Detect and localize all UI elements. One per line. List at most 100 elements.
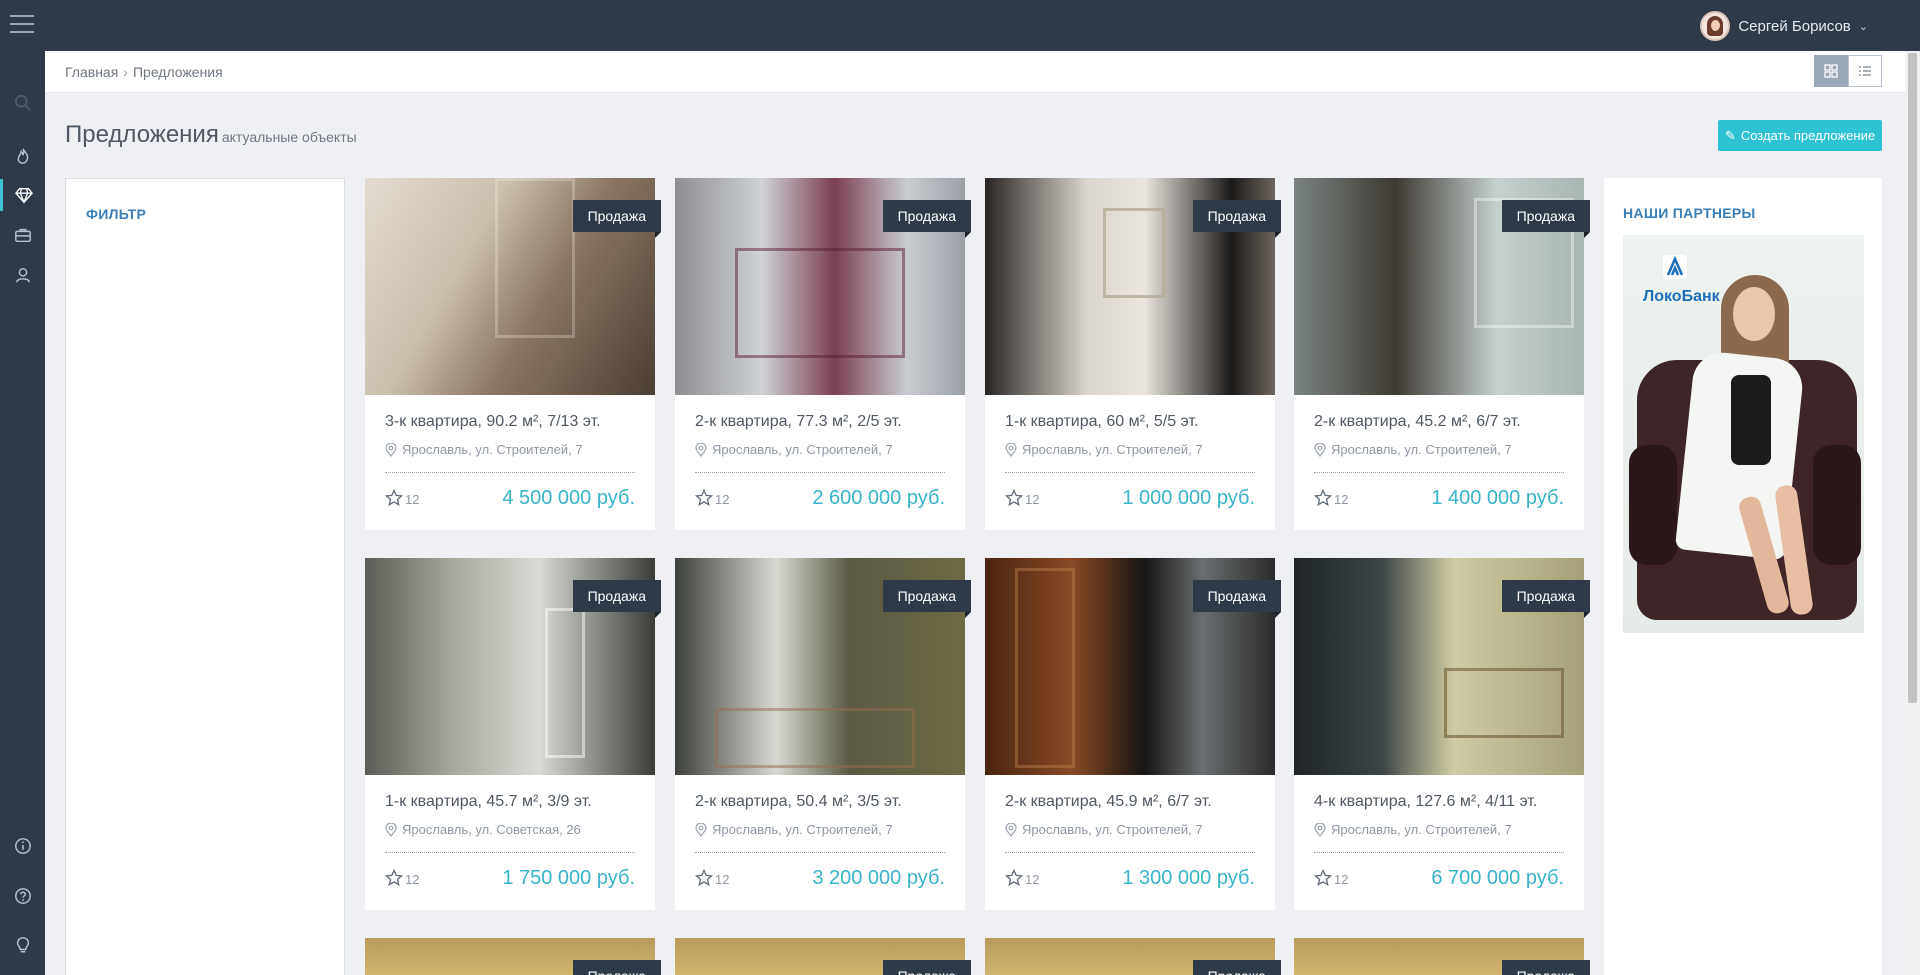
star-icon xyxy=(385,869,403,887)
favorite-count: 12 xyxy=(715,872,730,887)
listing-address: Ярославль, ул. Строителей, 7 xyxy=(1005,822,1203,837)
sale-badge: Продажа xyxy=(882,200,972,238)
favorite-count: 12 xyxy=(715,492,730,507)
banner-figure xyxy=(1733,287,1775,341)
listing-card[interactable]: Продажа 2-к квартира, 77.3 м², 2/5 эт. Я… xyxy=(675,178,972,530)
listing-address-text: Ярославль, ул. Строителей, 7 xyxy=(1331,822,1512,837)
photo-sofa xyxy=(1444,668,1564,738)
scrollbar[interactable] xyxy=(1905,51,1920,975)
breadcrumb-home[interactable]: Главная xyxy=(65,64,118,80)
listing-card[interactable]: Продажа 4-к квартира, 127.6 м², 4/11 эт.… xyxy=(1294,558,1591,910)
bank-name: ЛокоБанк xyxy=(1643,288,1720,305)
photo-window xyxy=(495,178,575,338)
partner-banner[interactable]: ЛокоБанк xyxy=(1623,235,1864,633)
listing-address-text: Ярославль, ул. Строителей, 7 xyxy=(712,822,893,837)
favorite-button[interactable]: 12 xyxy=(1005,869,1039,887)
listing-card[interactable]: Продажа 2-к квартира, 45.2 м², 6/7 эт. Я… xyxy=(1294,178,1591,530)
lightbulb-icon[interactable] xyxy=(0,929,45,961)
diamond-icon[interactable] xyxy=(0,179,54,211)
favorite-button[interactable]: 12 xyxy=(695,869,729,887)
user-menu[interactable]: Сергей Борисов ⌄ xyxy=(1700,11,1868,41)
favorite-button[interactable]: 12 xyxy=(385,869,419,887)
listing-title[interactable]: 1-к квартира, 45.7 м², 3/9 эт. xyxy=(385,793,592,811)
sidebar xyxy=(0,51,54,975)
listing-card[interactable]: Продажа 3-к квартира, 90.2 м², 7/13 эт. … xyxy=(365,178,662,530)
location-icon xyxy=(385,442,397,457)
listing-card[interactable]: Продажа 2-к квартира, 45.9 м², 6/7 эт. Я… xyxy=(985,558,1282,910)
sale-badge: Продажа xyxy=(572,960,661,975)
page-title-text: Предложения xyxy=(65,121,219,148)
listing-price: 1 000 000 руб. xyxy=(1122,487,1255,509)
favorite-button[interactable]: 12 xyxy=(1314,869,1348,887)
photo-mirror xyxy=(1103,208,1165,298)
page-title: Предложения актуальные объекты xyxy=(65,121,357,149)
grid-view-button[interactable] xyxy=(1814,55,1848,87)
location-icon xyxy=(385,822,397,837)
help-icon[interactable] xyxy=(0,880,45,912)
top-bar: Сергей Борисов ⌄ xyxy=(0,0,1920,51)
favorite-button[interactable]: 12 xyxy=(695,489,729,507)
listing-address-text: Ярославль, ул. Строителей, 7 xyxy=(712,442,893,457)
listing-address: Ярославль, ул. Строителей, 7 xyxy=(1005,442,1203,457)
location-icon xyxy=(1005,822,1017,837)
listing-title[interactable]: 2-к квартира, 77.3 м², 2/5 эт. xyxy=(695,413,902,431)
breadcrumb-separator: › xyxy=(123,64,128,80)
sale-badge: Продажа xyxy=(572,580,662,618)
user-name: Сергей Борисов xyxy=(1738,17,1851,35)
listing-card[interactable]: Продажа 1-к квартира, 45.7 м², 3/9 эт. Я… xyxy=(365,558,662,910)
listing-price: 6 700 000 руб. xyxy=(1431,867,1564,889)
fire-icon[interactable] xyxy=(0,140,45,172)
listing-title[interactable]: 2-к квартира, 50.4 м², 3/5 эт. xyxy=(695,793,902,811)
listing-card[interactable]: Продажа xyxy=(365,938,661,975)
briefcase-icon[interactable] xyxy=(0,219,45,251)
info-icon[interactable] xyxy=(0,830,45,862)
star-icon xyxy=(695,489,713,507)
listing-card[interactable]: Продажа 1-к квартира, 60 м², 5/5 эт. Яро… xyxy=(985,178,1282,530)
listing-card[interactable]: Продажа xyxy=(1294,938,1590,975)
divider xyxy=(1005,852,1255,853)
sale-badge: Продажа xyxy=(1192,200,1282,238)
favorite-button[interactable]: 12 xyxy=(385,489,419,507)
listing-title[interactable]: 3-к квартира, 90.2 м², 7/13 эт. xyxy=(385,413,601,431)
listing-address: Ярославль, ул. Строителей, 7 xyxy=(385,442,583,457)
menu-icon[interactable] xyxy=(10,15,34,35)
listing-card[interactable]: Продажа xyxy=(985,938,1281,975)
favorite-button[interactable]: 12 xyxy=(1314,489,1348,507)
listing-price: 1 300 000 руб. xyxy=(1122,867,1255,889)
scrollbar-thumb[interactable] xyxy=(1908,53,1917,703)
star-icon xyxy=(385,489,403,507)
star-icon xyxy=(1005,489,1023,507)
listing-address-text: Ярославль, ул. Строителей, 7 xyxy=(1331,442,1512,457)
location-icon xyxy=(695,822,707,837)
sale-badge: Продажа xyxy=(882,960,971,975)
favorite-count: 12 xyxy=(1025,872,1040,887)
favorite-count: 12 xyxy=(1334,872,1349,887)
listing-title[interactable]: 1-к квартира, 60 м², 5/5 эт. xyxy=(1005,413,1198,431)
listing-title[interactable]: 2-к квартира, 45.9 м², 6/7 эт. xyxy=(1005,793,1212,811)
bank-logo: ЛокоБанк xyxy=(1643,255,1720,306)
list-view-button[interactable] xyxy=(1848,55,1882,87)
create-offer-label: Создать предложение xyxy=(1740,128,1876,143)
grid-icon xyxy=(1824,64,1838,78)
contacts-icon[interactable] xyxy=(0,259,45,291)
sale-badge: Продажа xyxy=(1501,580,1591,618)
edit-icon: ✎ xyxy=(1724,127,1736,143)
create-offer-button[interactable]: ✎ Создать предложение xyxy=(1718,120,1882,151)
listing-card[interactable]: Продажа xyxy=(675,938,971,975)
sale-badge: Продажа xyxy=(1192,580,1282,618)
listing-title[interactable]: 4-к квартира, 127.6 м², 4/11 эт. xyxy=(1314,793,1537,811)
partners-panel: НАШИ ПАРТНЕРЫ ЛокоБанк xyxy=(1604,178,1882,975)
divider xyxy=(1314,472,1564,473)
photo-door xyxy=(545,608,585,758)
listing-title[interactable]: 2-к квартира, 45.2 м², 6/7 эт. xyxy=(1314,413,1521,431)
favorite-count: 12 xyxy=(405,492,420,507)
photo-door xyxy=(1015,568,1075,768)
search-icon[interactable] xyxy=(0,87,45,119)
breadcrumb-current: Предложения xyxy=(132,64,223,80)
favorite-button[interactable]: 12 xyxy=(1005,489,1039,507)
star-icon xyxy=(695,869,713,887)
listing-price: 2 600 000 руб. xyxy=(812,487,945,509)
sale-badge: Продажа xyxy=(572,200,662,238)
listing-card[interactable]: Продажа 2-к квартира, 50.4 м², 3/5 эт. Я… xyxy=(675,558,972,910)
location-icon xyxy=(1005,442,1017,457)
